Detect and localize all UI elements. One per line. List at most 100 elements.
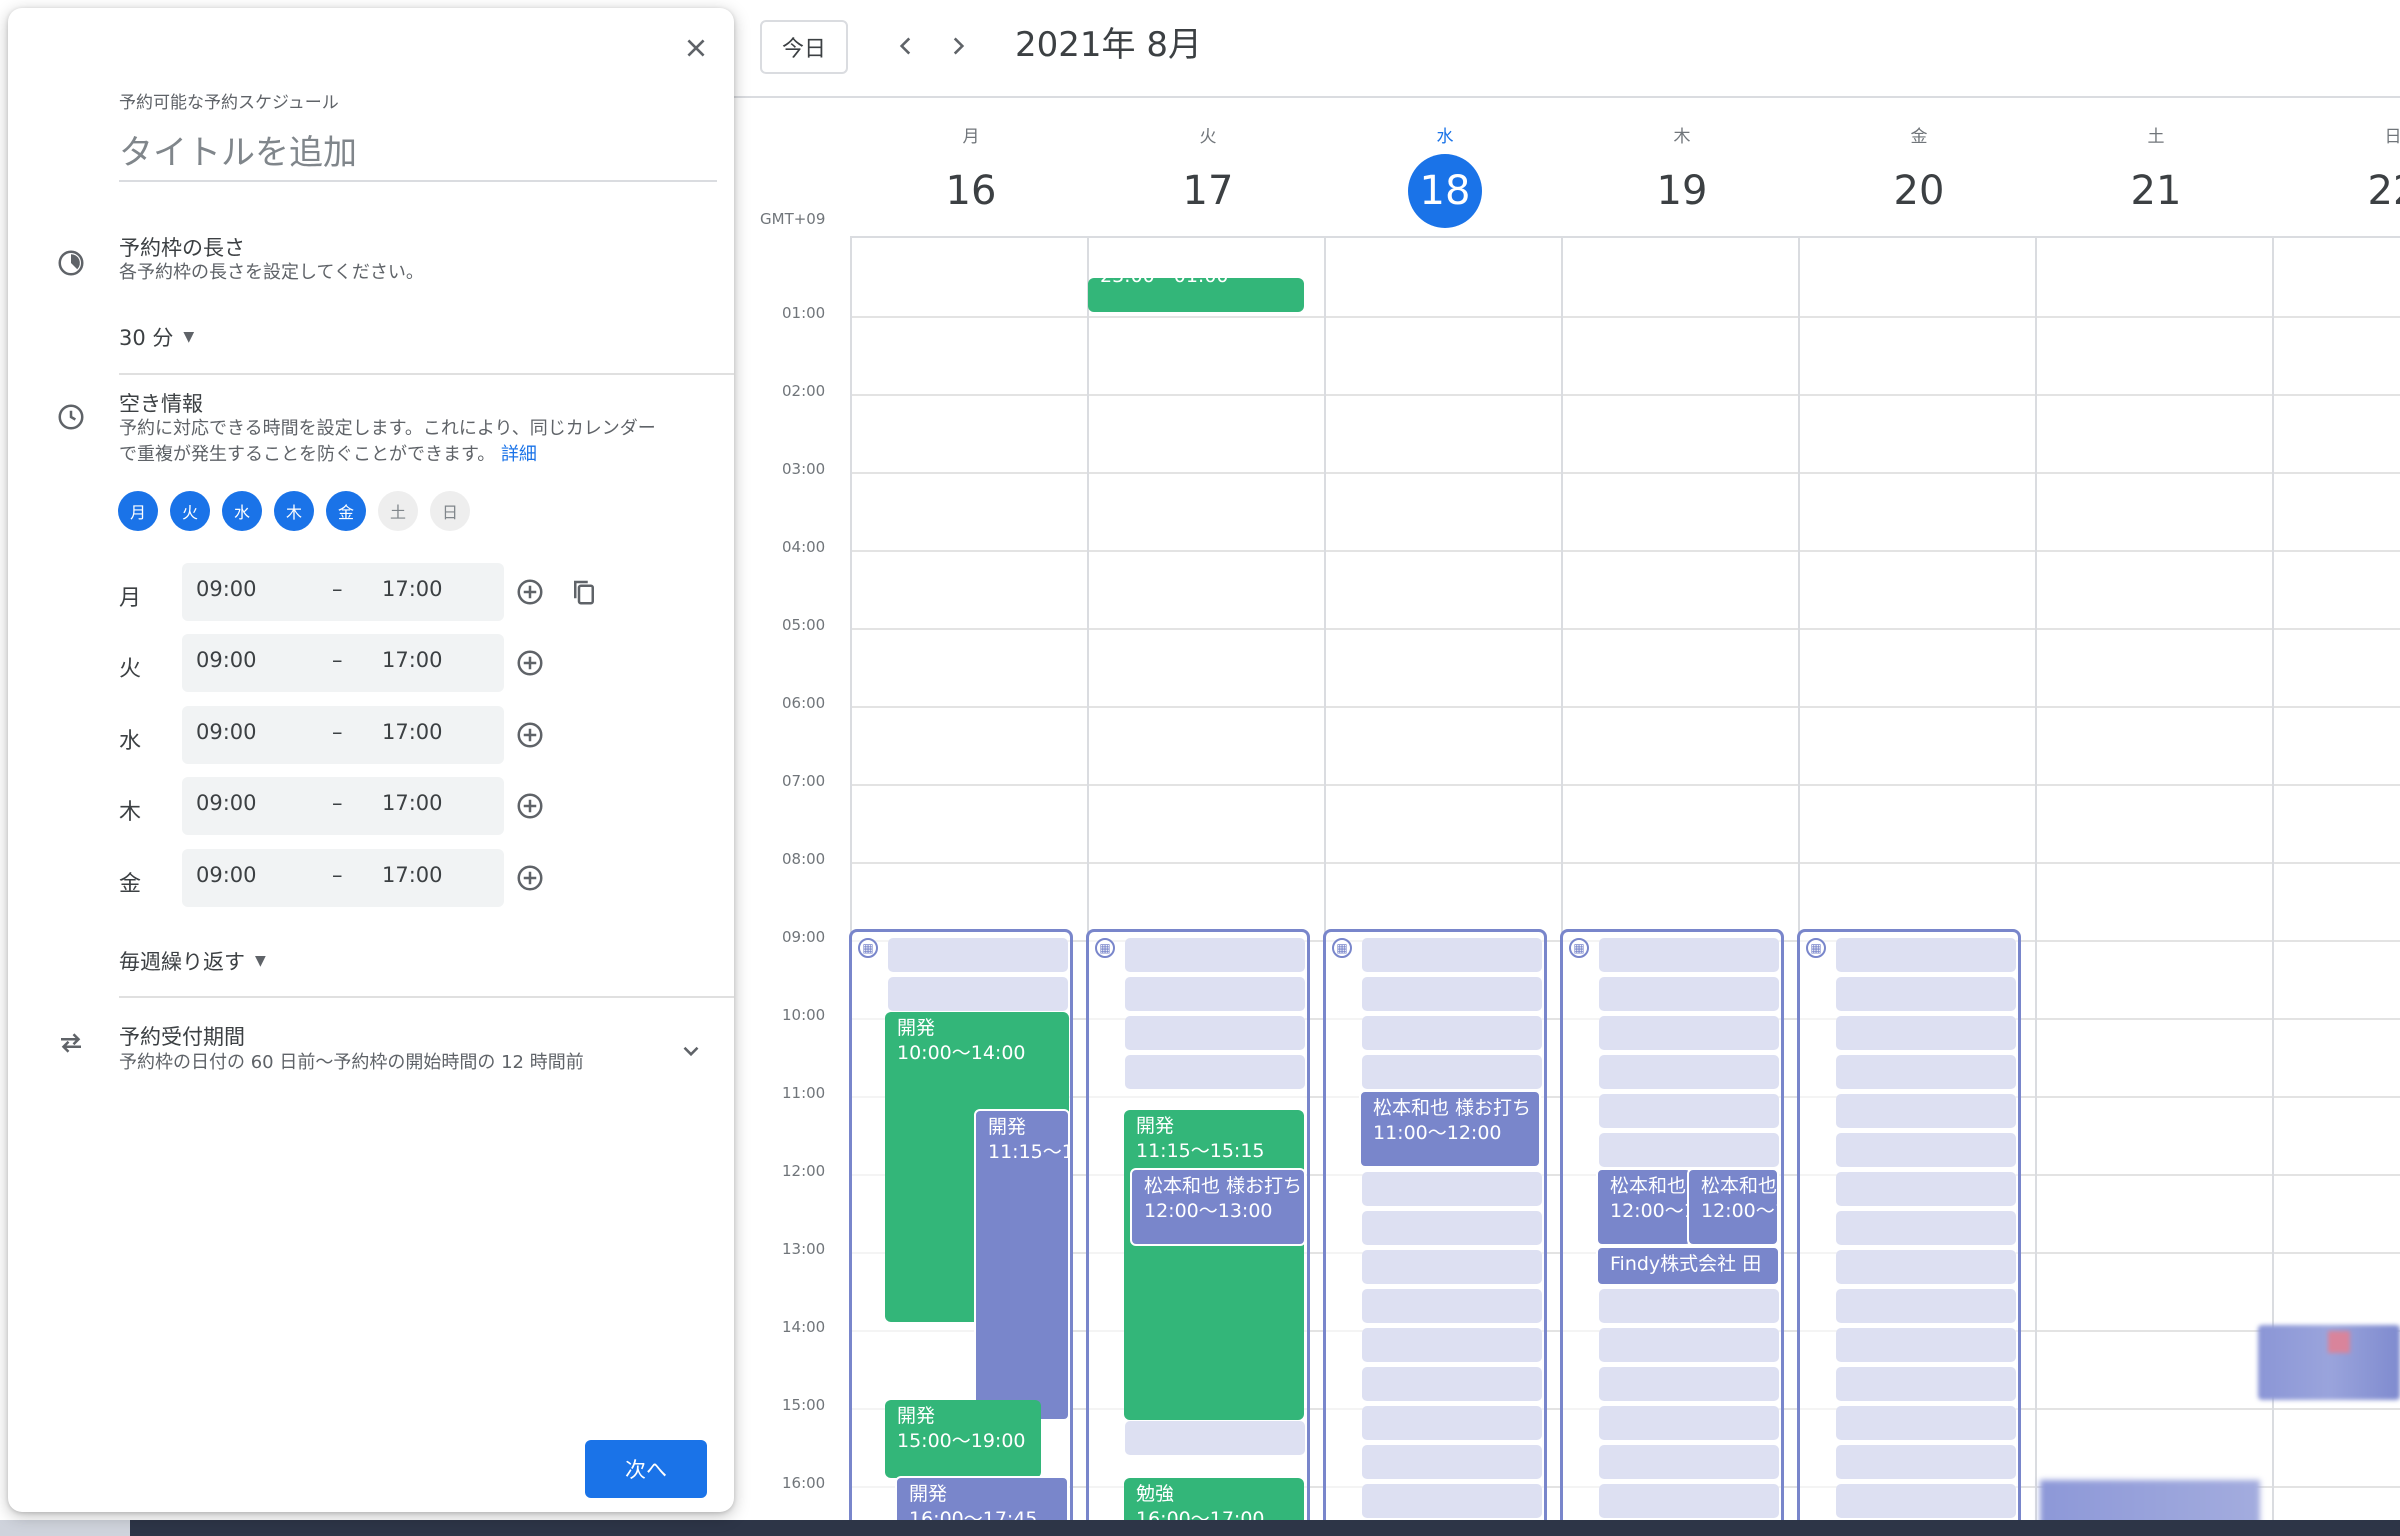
- slot[interactable]: [1125, 1421, 1305, 1455]
- event-dev[interactable]: 開発 16:00〜17:45: [895, 1476, 1069, 1520]
- end-time[interactable]: 17:00: [382, 577, 443, 601]
- slot[interactable]: [1125, 977, 1305, 1011]
- add-circle-icon[interactable]: [510, 572, 550, 612]
- slot[interactable]: [1599, 938, 1779, 972]
- slot[interactable]: [1836, 977, 2016, 1011]
- copy-icon[interactable]: [564, 572, 604, 612]
- slot[interactable]: [1599, 1406, 1779, 1440]
- appointment-slots-wed[interactable]: ▦: [1323, 929, 1547, 1520]
- event-meeting[interactable]: 松本和也 12:00〜1: [1596, 1168, 1692, 1246]
- slot[interactable]: [1836, 1250, 2016, 1284]
- event-findy[interactable]: Findy株式会社 田: [1596, 1246, 1780, 1286]
- slot[interactable]: [1836, 1367, 2016, 1401]
- weekday-toggle-mon[interactable]: 月: [118, 491, 158, 531]
- day-header-sun[interactable]: 日 22: [2274, 120, 2400, 228]
- slot[interactable]: [1836, 1289, 2016, 1323]
- add-circle-icon[interactable]: [510, 858, 550, 898]
- add-circle-icon[interactable]: [510, 786, 550, 826]
- details-link[interactable]: 詳細: [501, 444, 537, 465]
- end-time[interactable]: 17:00: [382, 720, 443, 744]
- start-time[interactable]: 09:00: [196, 863, 257, 887]
- slot[interactable]: [1125, 1055, 1305, 1089]
- slot[interactable]: [1836, 1328, 2016, 1362]
- day-number[interactable]: 19: [1645, 154, 1719, 228]
- end-time[interactable]: 17:00: [382, 863, 443, 887]
- day-header-sat[interactable]: 土 21: [2037, 120, 2275, 228]
- slot[interactable]: [1362, 938, 1542, 972]
- weekday-toggle-sat[interactable]: 土: [378, 491, 418, 531]
- add-circle-icon[interactable]: [510, 643, 550, 683]
- slot[interactable]: [1362, 977, 1542, 1011]
- slot[interactable]: [888, 938, 1068, 972]
- slot[interactable]: [1599, 1484, 1779, 1518]
- event-meeting[interactable]: 松本和也 様お打ち 12:00〜13:00: [1130, 1168, 1306, 1246]
- end-time[interactable]: 17:00: [382, 648, 443, 672]
- add-circle-icon[interactable]: [510, 715, 550, 755]
- start-time[interactable]: 09:00: [196, 791, 257, 815]
- day-header-tue[interactable]: 火 17: [1089, 120, 1327, 228]
- slot[interactable]: [1836, 1094, 2016, 1128]
- chevron-right-icon[interactable]: [934, 22, 982, 70]
- slot[interactable]: [1599, 1094, 1779, 1128]
- weekday-toggle-sun[interactable]: 日: [430, 491, 470, 531]
- appointment-slots-fri[interactable]: ▦: [1797, 929, 2021, 1520]
- slot[interactable]: [1836, 1211, 2016, 1245]
- slot[interactable]: [1362, 1016, 1542, 1050]
- slot[interactable]: [1836, 938, 2016, 972]
- day-number[interactable]: 16: [934, 154, 1008, 228]
- slot[interactable]: [1836, 1016, 2016, 1050]
- event-meeting[interactable]: 松本和也 12:00〜1: [1687, 1168, 1779, 1246]
- weekday-toggle-wed[interactable]: 水: [222, 491, 262, 531]
- slot[interactable]: [1362, 1367, 1542, 1401]
- time-range-thu[interactable]: 09:00 – 17:00: [182, 777, 504, 835]
- slot[interactable]: [1599, 1328, 1779, 1362]
- slot[interactable]: [888, 977, 1068, 1011]
- slot[interactable]: [1599, 1016, 1779, 1050]
- slot[interactable]: [1362, 1328, 1542, 1362]
- slot[interactable]: [1599, 1367, 1779, 1401]
- slot[interactable]: [1362, 1211, 1542, 1245]
- slot[interactable]: [1125, 938, 1305, 972]
- slot[interactable]: [1599, 1133, 1779, 1167]
- weekday-toggle-tue[interactable]: 火: [170, 491, 210, 531]
- slot[interactable]: [1362, 1172, 1542, 1206]
- slot[interactable]: [1362, 1289, 1542, 1323]
- slot[interactable]: [1599, 977, 1779, 1011]
- start-time[interactable]: 09:00: [196, 720, 257, 744]
- slot[interactable]: [1362, 1445, 1542, 1479]
- start-time[interactable]: 09:00: [196, 577, 257, 601]
- event-study[interactable]: 勉強 16:00〜17:00: [1124, 1478, 1304, 1520]
- slot[interactable]: [1836, 1445, 2016, 1479]
- time-range-fri[interactable]: 09:00 – 17:00: [182, 849, 504, 907]
- event-dev[interactable]: 開発 11:15〜1: [974, 1109, 1070, 1421]
- day-header-fri[interactable]: 金 20: [1800, 120, 2038, 228]
- slot[interactable]: [1599, 1055, 1779, 1089]
- slot[interactable]: [1836, 1055, 2016, 1089]
- day-header-wed[interactable]: 水 18: [1326, 120, 1564, 228]
- day-number[interactable]: 17: [1171, 154, 1245, 228]
- slot[interactable]: [1836, 1133, 2016, 1167]
- next-button[interactable]: 次へ: [585, 1440, 707, 1498]
- event-dev[interactable]: 開発 15:00〜19:00: [885, 1400, 1041, 1478]
- slot[interactable]: [1836, 1406, 2016, 1440]
- close-icon[interactable]: [670, 22, 722, 74]
- day-number-today[interactable]: 18: [1408, 154, 1482, 228]
- slot[interactable]: [1362, 1250, 1542, 1284]
- today-button[interactable]: 今日: [760, 20, 848, 74]
- start-time[interactable]: 09:00: [196, 648, 257, 672]
- end-time[interactable]: 17:00: [382, 791, 443, 815]
- slot[interactable]: [1836, 1172, 2016, 1206]
- slot[interactable]: [1599, 1445, 1779, 1479]
- event-dev[interactable]: 開発 11:15〜15:15: [1124, 1110, 1304, 1420]
- duration-select[interactable]: 30 分 ▼: [119, 322, 194, 352]
- day-number[interactable]: 22: [2356, 154, 2400, 228]
- slot[interactable]: [1599, 1289, 1779, 1323]
- title-input[interactable]: [119, 126, 717, 182]
- time-range-wed[interactable]: 09:00 – 17:00: [182, 706, 504, 764]
- day-header-thu[interactable]: 木 19: [1563, 120, 1801, 228]
- chevron-left-icon[interactable]: [882, 22, 930, 70]
- day-number[interactable]: 20: [1882, 154, 1956, 228]
- slot[interactable]: [1836, 1484, 2016, 1518]
- time-range-mon[interactable]: 09:00 – 17:00: [182, 563, 504, 621]
- slot[interactable]: [1362, 1484, 1542, 1518]
